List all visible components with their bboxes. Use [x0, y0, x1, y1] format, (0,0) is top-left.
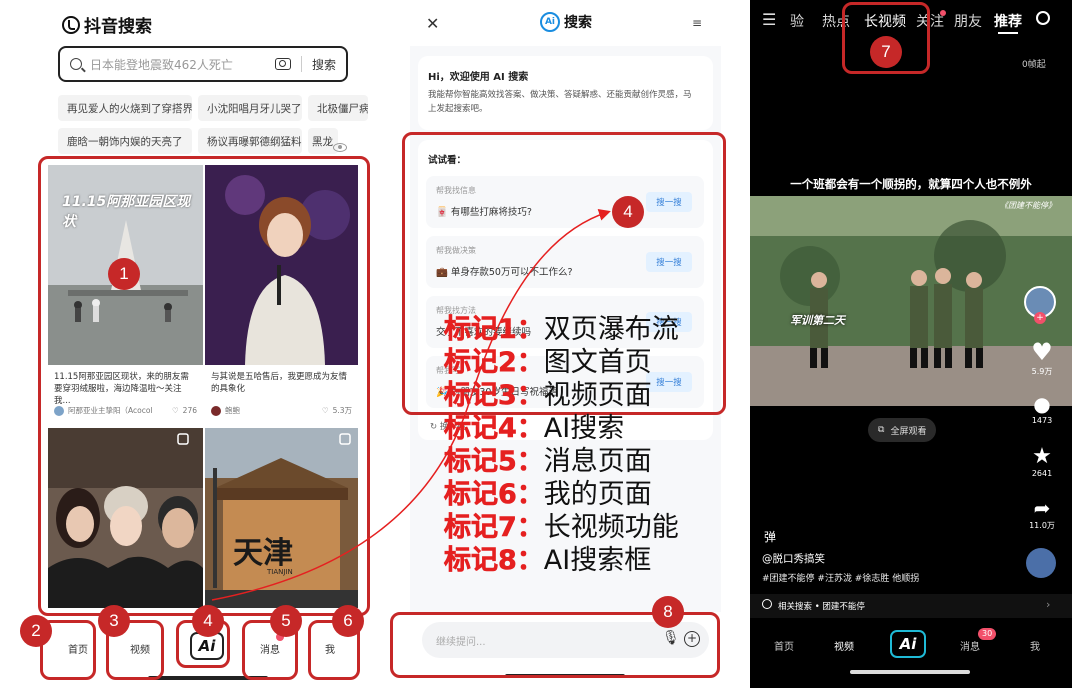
legend-item: 标记4： AI搜索: [444, 413, 625, 445]
heart-icon: ♥: [1031, 338, 1053, 366]
legend-item: 标记7： 长视频功能: [444, 512, 679, 544]
follow-plus-icon[interactable]: +: [1034, 312, 1046, 324]
top-right-text: 0帧起: [1022, 60, 1046, 70]
tab-home[interactable]: 首页: [774, 638, 794, 653]
share-count: 11.0万: [1029, 521, 1055, 530]
chevron-right-icon: ›: [1046, 598, 1051, 611]
menu-icon[interactable]: ☰: [762, 10, 776, 29]
video-author[interactable]: @脱口秀搞笑: [762, 551, 825, 566]
home-indicator: [850, 670, 970, 674]
legend-item: 标记8： AI搜索框: [444, 545, 652, 577]
mark-7-circle: 7: [870, 36, 902, 68]
tab-ai-search[interactable]: Ai: [890, 630, 926, 658]
tab-long-video[interactable]: 长视频: [864, 11, 906, 31]
tab-friends[interactable]: 朋友: [954, 11, 982, 31]
video-tags[interactable]: #团建不能停 #汪苏泷 #徐志胜 他顺拐: [762, 571, 919, 584]
tab-messages[interactable]: 消息: [960, 638, 980, 653]
message-badge: 30: [978, 628, 997, 640]
legend-item: 标记3： 视频页面: [444, 380, 652, 412]
video-feed-panel: ☰ 验 热点 长视频 关注 朋友 推荐 0帧起 一个班都会有一个顺拐的，就算四个…: [750, 0, 1072, 688]
video-title: 一个班都会有一个顺拐的，就算四个人也不例外: [790, 177, 1032, 191]
tab-recommend[interactable]: 推荐: [994, 11, 1022, 31]
related-search-text: 相关搜索 • 团建不能停: [778, 602, 865, 612]
tab-nav[interactable]: 验: [790, 11, 804, 31]
tab-me[interactable]: 我: [1030, 638, 1040, 653]
notification-dot: [940, 10, 946, 16]
annotation-legend: 标记1： 双页瀑布流 标记2： 图文首页 标记3： 视频页面 标记4： AI搜索 标记5…: [444, 310, 734, 577]
legend-item: 标记5： 消息页面: [444, 446, 652, 478]
legend-item: 标记2： 图文首页: [444, 347, 652, 379]
share-icon: ➦: [1033, 496, 1051, 520]
tab-hot[interactable]: 热点: [822, 11, 850, 31]
music-disc-icon[interactable]: [1026, 548, 1056, 578]
video-scene-text: 军训第二天: [790, 314, 845, 327]
comment-icon: ●: [1033, 392, 1051, 416]
logo-glyph: 弹: [764, 530, 777, 544]
search-icon: [762, 599, 772, 609]
comment-count: 1473: [1031, 416, 1053, 425]
related-search-bar[interactable]: 相关搜索 • 团建不能停 ›: [750, 594, 1072, 618]
fullscreen-icon: ⧉: [878, 425, 885, 435]
like-count: 5.9万: [1031, 367, 1053, 376]
legend-item: 标记1： 双页瀑布流: [444, 314, 679, 346]
video-tag: 《团建不能停》: [1000, 201, 1056, 210]
tab-video[interactable]: 视频: [834, 638, 854, 653]
search-icon[interactable]: [1036, 11, 1050, 25]
fullscreen-button[interactable]: ⧉ 全屏观看: [868, 418, 937, 442]
star-icon: ★: [1032, 444, 1052, 469]
legend-item: 标记6： 我的页面: [444, 479, 652, 511]
star-count: 2641: [1031, 469, 1053, 478]
